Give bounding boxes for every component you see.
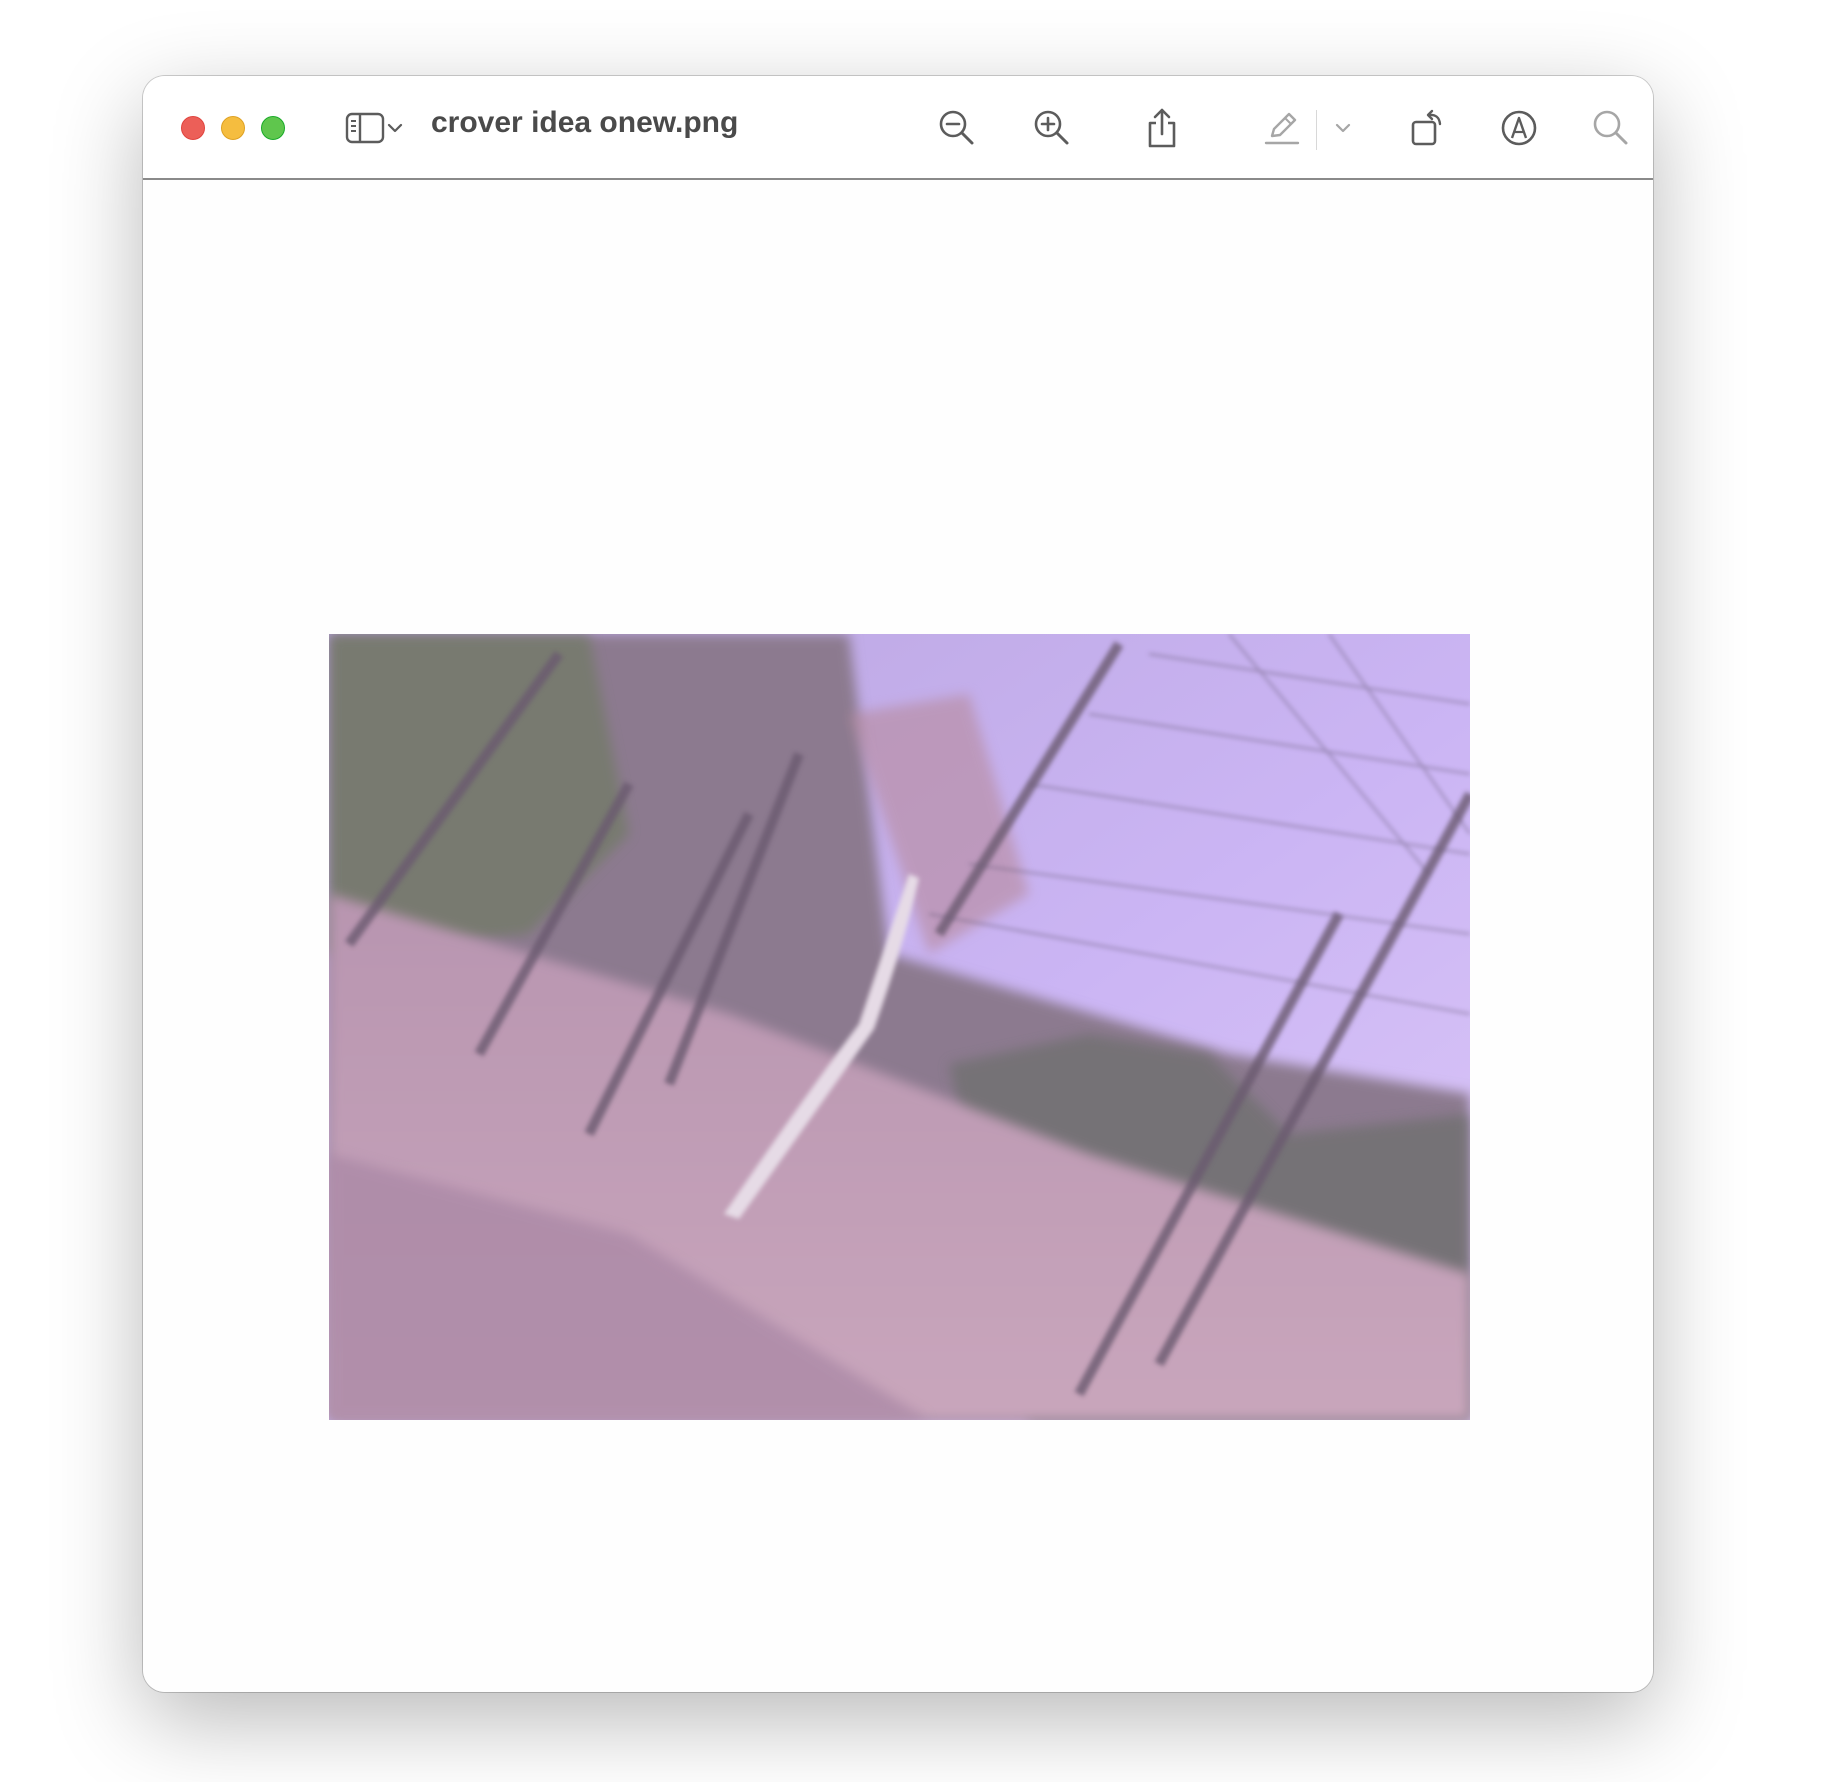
close-button[interactable]: [181, 116, 205, 140]
chevron-down-icon: [387, 123, 403, 133]
share-icon: [1148, 108, 1176, 148]
minimize-button[interactable]: [221, 116, 245, 140]
window-title: crover idea onew.png: [431, 106, 739, 139]
share-button[interactable]: [1136, 102, 1188, 154]
zoom-in-button[interactable]: [1026, 102, 1078, 154]
document-area[interactable]: [143, 180, 1653, 1692]
chevron-down-icon: [1335, 123, 1351, 133]
document-image: [329, 634, 1470, 1420]
highlight-menu-button[interactable]: [1326, 102, 1360, 154]
markup-icon: [1501, 110, 1537, 146]
sidebar-menu-button[interactable]: [379, 102, 411, 154]
title-bar: crover idea onew.png: [143, 76, 1653, 180]
markup-button[interactable]: [1493, 102, 1545, 154]
toolbar-separator: [1316, 110, 1317, 150]
highlighter-icon: [1264, 112, 1300, 145]
rotate-button[interactable]: [1401, 102, 1453, 154]
search-button[interactable]: [1585, 102, 1637, 154]
zoom-out-button[interactable]: [931, 102, 983, 154]
preview-window: crover idea onew.png: [143, 76, 1653, 1692]
forest-photo: [329, 634, 1470, 1420]
zoom-out-icon: [939, 110, 974, 145]
rotate-icon: [1411, 109, 1442, 146]
highlight-button[interactable]: [1256, 102, 1308, 154]
zoom-button[interactable]: [261, 116, 285, 140]
zoom-in-icon: [1034, 110, 1069, 145]
search-icon: [1593, 110, 1628, 145]
